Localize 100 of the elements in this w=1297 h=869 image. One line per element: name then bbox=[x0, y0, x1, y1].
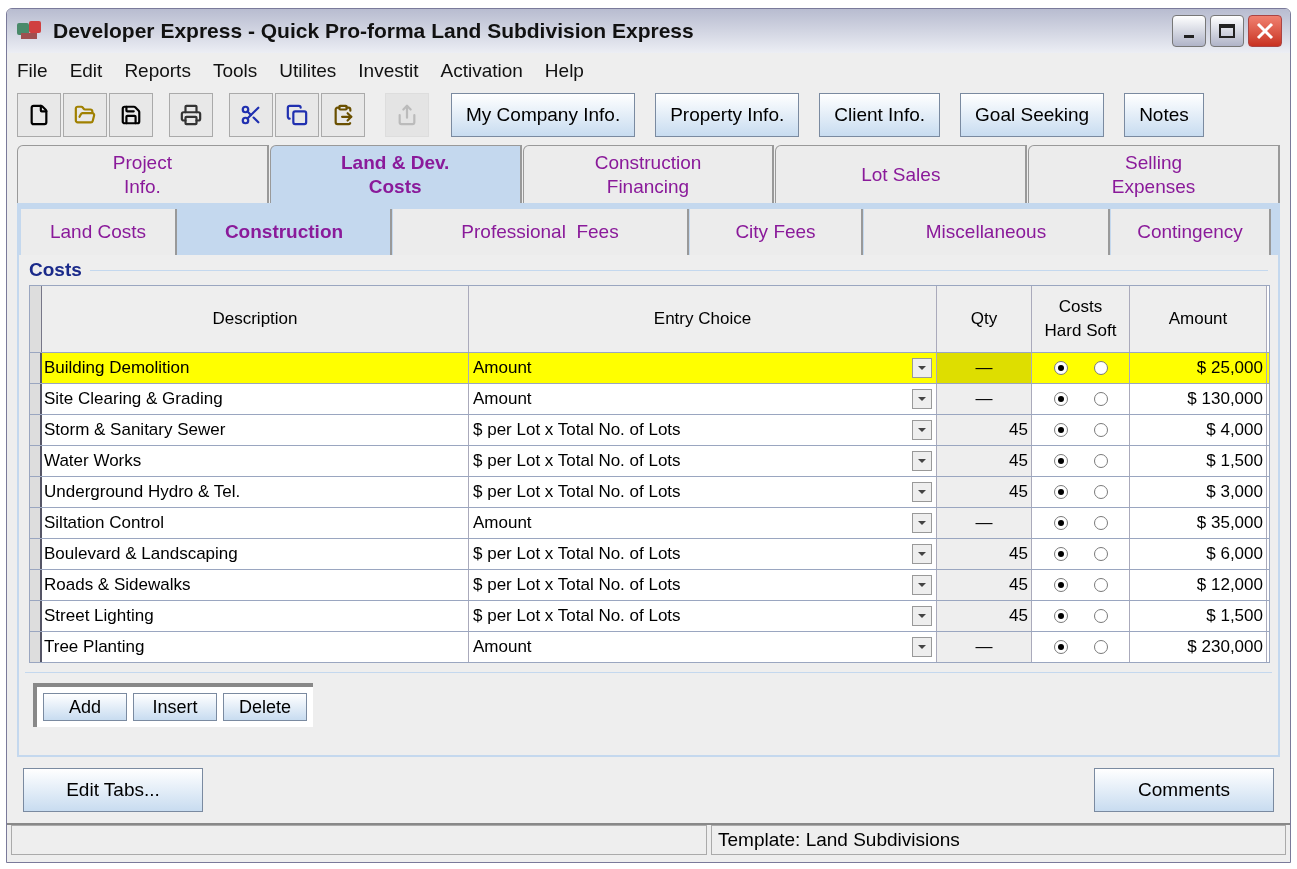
sub-tab[interactable]: Land Costs bbox=[21, 209, 177, 255]
table-cell: 45 bbox=[937, 415, 1032, 445]
folder-icon bbox=[74, 104, 96, 126]
hard-radio[interactable] bbox=[1053, 423, 1068, 437]
table-cell: — bbox=[937, 384, 1032, 414]
toolbar-text-button[interactable]: Client Info. bbox=[819, 93, 941, 137]
toolbar-text-button[interactable]: Notes bbox=[1124, 93, 1204, 137]
menu-item[interactable]: Investit bbox=[358, 56, 419, 86]
close-button[interactable] bbox=[1248, 15, 1282, 47]
row-action-button[interactable]: Insert bbox=[133, 693, 217, 721]
soft-radio[interactable] bbox=[1093, 516, 1108, 530]
hard-radio[interactable] bbox=[1053, 640, 1068, 654]
soft-radio[interactable] bbox=[1093, 485, 1108, 499]
hard-radio[interactable] bbox=[1053, 454, 1068, 468]
toolbar-text-button[interactable]: Property Info. bbox=[655, 93, 800, 137]
table-cell: — bbox=[937, 353, 1032, 383]
table-row[interactable]: Siltation Control Amount — $ 35,000 bbox=[30, 507, 1269, 538]
hard-radio[interactable] bbox=[1053, 361, 1068, 375]
close-icon bbox=[1256, 22, 1274, 40]
soft-radio[interactable] bbox=[1093, 578, 1108, 592]
status-text: Template: Land Subdivisions bbox=[711, 825, 1286, 855]
toolbar-button[interactable] bbox=[169, 93, 213, 137]
menu-item[interactable]: Utilites bbox=[279, 56, 337, 86]
table-cell: — bbox=[937, 508, 1032, 538]
sub-tab[interactable]: Professional Fees bbox=[393, 209, 689, 255]
table-row[interactable]: Water Works $ per Lot x Total No. of Lots 45 $ 1,500 bbox=[30, 445, 1269, 476]
main-tab[interactable]: Lot Sales bbox=[775, 145, 1028, 203]
main-tab[interactable]: Construction Financing bbox=[522, 145, 775, 203]
soft-radio[interactable] bbox=[1093, 640, 1108, 654]
table-row[interactable]: Storm & Sanitary Sewer $ per Lot x Total No. of Lots 45 $ 4,000 bbox=[30, 414, 1269, 445]
toolbar-button[interactable] bbox=[275, 93, 319, 137]
soft-radio[interactable] bbox=[1093, 392, 1108, 406]
menu-item[interactable]: File bbox=[17, 56, 48, 86]
row-header[interactable] bbox=[30, 601, 42, 631]
row-header[interactable] bbox=[30, 508, 42, 538]
table-row[interactable]: Street Lighting $ per Lot x Total No. of Lots 45 $ 1,500 bbox=[30, 600, 1269, 631]
table-row[interactable]: Underground Hydro & Tel. $ per Lot x Total No. of Lots 45 $ 3,000 bbox=[30, 476, 1269, 507]
dropdown[interactable]: Amount bbox=[469, 632, 937, 662]
row-header[interactable] bbox=[30, 446, 42, 476]
soft-radio[interactable] bbox=[1093, 547, 1108, 561]
row-header[interactable] bbox=[30, 632, 42, 662]
hard-radio[interactable] bbox=[1053, 578, 1068, 592]
sub-tab[interactable]: City Fees bbox=[690, 209, 863, 255]
soft-radio[interactable] bbox=[1093, 423, 1108, 437]
row-action-button[interactable]: Add bbox=[43, 693, 127, 721]
minimize-button[interactable] bbox=[1172, 15, 1206, 47]
toolbar-button[interactable] bbox=[321, 93, 365, 137]
main-tab[interactable]: Land & Dev. Costs bbox=[269, 145, 522, 203]
table-row[interactable]: Building Demolition Amount — $ 25,000 bbox=[30, 352, 1269, 383]
menu-item[interactable]: Help bbox=[544, 56, 584, 86]
footer-button[interactable]: Comments bbox=[1094, 768, 1274, 812]
window-title: Developer Express - Quick Pro-forma Land Subdivision Express bbox=[53, 18, 695, 45]
table-row[interactable]: Roads & Sidewalks $ per Lot x Total No. of Lots 45 $ 12,000 bbox=[30, 569, 1269, 600]
table-row[interactable]: Tree Planting Amount — $ 230,000 bbox=[30, 631, 1269, 662]
menu-item[interactable]: Tools bbox=[212, 56, 258, 86]
hard-radio[interactable] bbox=[1053, 485, 1068, 499]
column-header: Costs Hard Soft bbox=[1032, 286, 1130, 352]
table-cell: 45 bbox=[937, 601, 1032, 631]
main-tab[interactable]: Project Info. bbox=[17, 145, 269, 203]
toolbar-button[interactable] bbox=[109, 93, 153, 137]
export-icon bbox=[396, 104, 418, 126]
scissors-icon bbox=[240, 104, 262, 126]
menu-item[interactable]: Activation bbox=[440, 56, 523, 86]
soft-radio[interactable] bbox=[1093, 361, 1108, 375]
sub-tab[interactable]: Miscellaneous bbox=[864, 209, 1110, 255]
table-cell: Tree Planting bbox=[42, 632, 469, 662]
table-cell: 45 bbox=[937, 539, 1032, 569]
printer-icon bbox=[180, 104, 202, 126]
toolbar-text-button[interactable]: Goal Seeking bbox=[960, 93, 1105, 137]
row-header[interactable] bbox=[30, 539, 42, 569]
table-cell: $ 230,000 bbox=[1130, 632, 1267, 662]
hard-radio[interactable] bbox=[1053, 392, 1068, 406]
toolbar-button[interactable] bbox=[229, 93, 273, 137]
row-header[interactable] bbox=[30, 384, 42, 414]
maximize-button[interactable] bbox=[1210, 15, 1244, 47]
group-title: Costs bbox=[29, 257, 82, 282]
menu-item[interactable]: Edit bbox=[69, 56, 103, 86]
row-action-button[interactable]: Delete bbox=[223, 693, 307, 721]
footer-button[interactable]: Edit Tabs... bbox=[23, 768, 203, 812]
row-header[interactable] bbox=[30, 570, 42, 600]
table-cell: 45 bbox=[937, 477, 1032, 507]
row-header[interactable] bbox=[30, 353, 42, 383]
table-row[interactable]: Boulevard & Landscaping $ per Lot x Total No. of Lots 45 $ 6,000 bbox=[30, 538, 1269, 569]
soft-radio[interactable] bbox=[1093, 609, 1108, 623]
file-icon bbox=[28, 104, 50, 126]
soft-radio[interactable] bbox=[1093, 454, 1108, 468]
row-header[interactable] bbox=[30, 415, 42, 445]
main-tab[interactable]: Selling Expenses bbox=[1028, 145, 1280, 203]
sub-tab[interactable]: Contingency bbox=[1111, 209, 1271, 255]
hard-radio[interactable] bbox=[1053, 547, 1068, 561]
row-header[interactable] bbox=[30, 477, 42, 507]
hard-radio[interactable] bbox=[1053, 609, 1068, 623]
toolbar-button[interactable] bbox=[17, 93, 61, 137]
menu-item[interactable]: Reports bbox=[124, 56, 191, 86]
hard-radio[interactable] bbox=[1053, 516, 1068, 530]
column-header: Entry Choice bbox=[469, 286, 937, 352]
toolbar-text-button[interactable]: My Company Info. bbox=[451, 93, 636, 137]
column-header: Qty bbox=[937, 286, 1032, 352]
table-row[interactable]: Site Clearing & Grading Amount — $ 130,000 bbox=[30, 383, 1269, 414]
copy-icon bbox=[286, 104, 308, 126]
